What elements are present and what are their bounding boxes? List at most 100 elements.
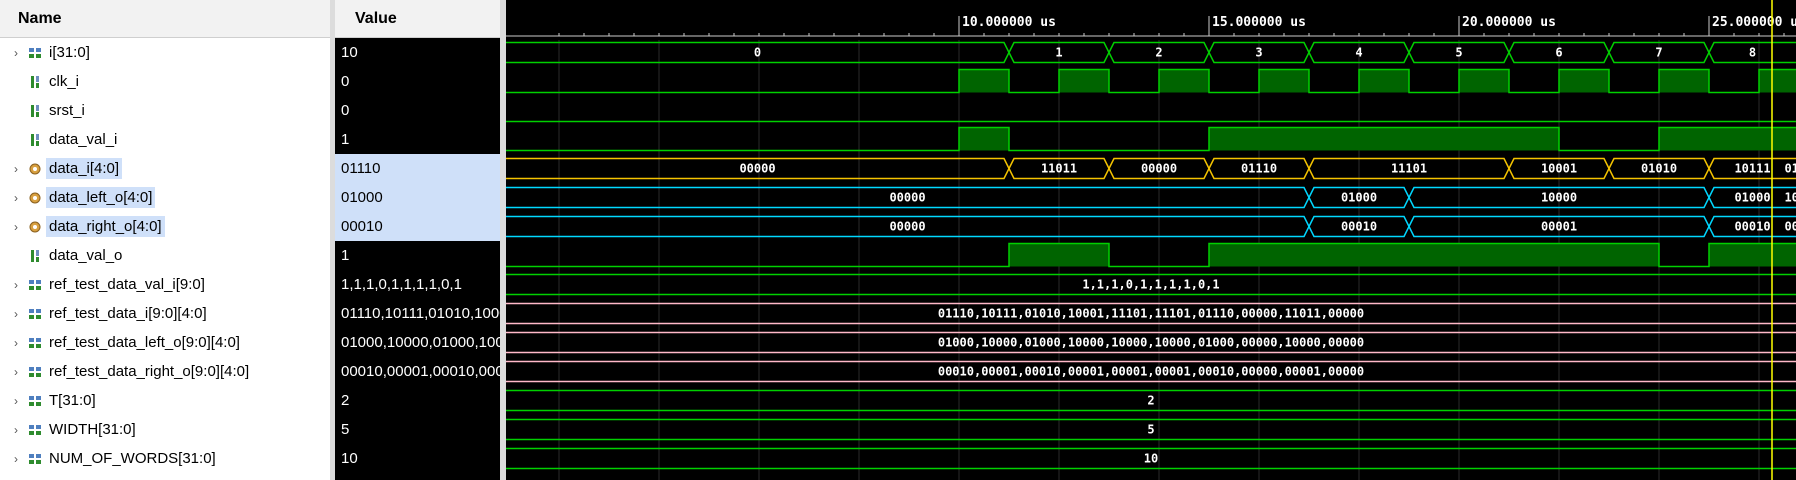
signal-value[interactable]: 0 (335, 96, 500, 125)
signal-value[interactable]: 01110 (335, 154, 500, 183)
bus-value-label: 01010 (1641, 162, 1677, 176)
expand-chevron-icon[interactable]: › (10, 162, 22, 176)
bus-value-label: 00001 (1784, 220, 1796, 234)
time-label: 10.000000 us (962, 15, 1056, 30)
bus-icon (28, 451, 42, 467)
time-label: 25.000000 us (1712, 15, 1796, 30)
bit-icon (28, 103, 42, 119)
bit-icon (28, 74, 42, 90)
signal-name-row[interactable]: › ref_test_data_i[9:0][4:0] (0, 299, 330, 328)
bus-icon (28, 306, 42, 322)
time-label: 15.000000 us (1212, 15, 1306, 30)
signal-name: data_val_o (49, 247, 123, 264)
bit-high-fill (1659, 69, 1709, 93)
names-column-header[interactable]: Name (0, 0, 330, 38)
signal-name-row[interactable]: data_val_i (0, 125, 330, 154)
expand-chevron-icon[interactable]: › (10, 336, 22, 350)
bus-gear-icon (28, 190, 42, 206)
bit-high-fill (1759, 69, 1796, 93)
bus-value-label: 2 (1155, 46, 1162, 60)
bus-value-label: 7 (1655, 46, 1662, 60)
bus-gear-icon (28, 161, 42, 177)
bus-gear-icon (28, 219, 42, 235)
bus-value-label: 3 (1255, 46, 1262, 60)
signal-name-row[interactable]: › WIDTH[31:0] (0, 415, 330, 444)
bit-high-fill (959, 69, 1009, 93)
bus-icon (28, 364, 42, 380)
signal-name-row[interactable]: › ref_test_data_val_i[9:0] (0, 270, 330, 299)
bus-icon (28, 393, 42, 409)
expand-chevron-icon[interactable]: › (10, 46, 22, 60)
bus-value-label: 01000 (1734, 191, 1770, 205)
signal-value[interactable]: 00010 (335, 212, 500, 241)
signal-name-row[interactable]: › i[31:0] (0, 38, 330, 67)
signal-name: ref_test_data_i[9:0][4:0] (49, 305, 207, 322)
bus-value-label: 01110 (1241, 162, 1277, 176)
bus-value-label: 8 (1749, 46, 1756, 60)
signal-name: T[31:0] (49, 392, 96, 409)
bus-value-label: 10001 (1541, 162, 1577, 176)
expand-chevron-icon[interactable]: › (10, 365, 22, 379)
bit-high-fill (1059, 69, 1109, 93)
signal-name-row[interactable]: › NUM_OF_WORDS[31:0] (0, 444, 330, 473)
bus-value-label: 00001 (1541, 220, 1577, 234)
signal-value[interactable]: 1,1,1,0,1,1,1,1,0,1 (335, 270, 500, 299)
signal-value[interactable]: 5 (335, 415, 500, 444)
signal-name-row[interactable]: srst_i (0, 96, 330, 125)
values-column-header[interactable]: Value (335, 0, 500, 38)
bus-value-label: 1,1,1,0,1,1,1,1,0,1 (1082, 278, 1219, 292)
signal-name-row[interactable]: data_val_o (0, 241, 330, 270)
bus-value-label: 10 (1144, 452, 1158, 466)
signal-name: clk_i (49, 73, 80, 90)
signal-value[interactable]: 10 (335, 444, 500, 473)
bit-icon (28, 248, 42, 264)
bit-high-fill (1209, 127, 1559, 151)
signal-name-row[interactable]: clk_i (0, 67, 330, 96)
expand-chevron-icon[interactable]: › (10, 307, 22, 321)
signal-value[interactable]: 01110,10111,01010,1000 (335, 299, 500, 328)
expand-chevron-icon[interactable]: › (10, 394, 22, 408)
signal-name-row[interactable]: › data_right_o[4:0] (0, 212, 330, 241)
bus-value-label: 00000 (739, 162, 775, 176)
expand-chevron-icon[interactable]: › (10, 423, 22, 437)
signal-value[interactable]: 0 (335, 67, 500, 96)
signal-value[interactable]: 1 (335, 125, 500, 154)
bus-value-label: 6 (1555, 46, 1562, 60)
bus-value-label: 01000,10000,01000,10000,10000,10000,0100… (938, 336, 1364, 350)
bus-value-label: 2 (1147, 394, 1154, 408)
expand-chevron-icon[interactable]: › (10, 220, 22, 234)
bit-high-fill (1709, 243, 1796, 267)
bus-value-label: 11101 (1391, 162, 1427, 176)
bus-value-label: 00000 (1141, 162, 1177, 176)
signal-value[interactable]: 00010,00001,00010,0000 (335, 357, 500, 386)
bit-high-fill (1159, 69, 1209, 93)
bit-high-fill (1009, 243, 1109, 267)
expand-chevron-icon[interactable]: › (10, 452, 22, 466)
bit-high-fill (1559, 69, 1609, 93)
signal-value[interactable]: 2 (335, 386, 500, 415)
signal-name: i[31:0] (49, 44, 90, 61)
expand-chevron-icon[interactable]: › (10, 191, 22, 205)
signal-value[interactable]: 01000 (335, 183, 500, 212)
bus-icon (28, 422, 42, 438)
signal-value[interactable]: 10 (335, 38, 500, 67)
signal-name-row[interactable]: › T[31:0] (0, 386, 330, 415)
signal-value[interactable]: 1 (335, 241, 500, 270)
waveform-canvas[interactable]: 10.000000 us 15.000000 us 20.000000 us 25.0… (506, 0, 1796, 480)
bus-value-label: 01110 (1784, 162, 1796, 176)
waveform-panel[interactable]: 10.000000 us 15.000000 us 20.000000 us 25.0… (506, 0, 1796, 480)
bus-value-label: 4 (1355, 46, 1362, 60)
signal-name-row[interactable]: › data_left_o[4:0] (0, 183, 330, 212)
signal-name: NUM_OF_WORDS[31:0] (49, 450, 216, 467)
signal-name-row[interactable]: › ref_test_data_right_o[9:0][4:0] (0, 357, 330, 386)
signal-name: ref_test_data_right_o[9:0][4:0] (49, 363, 250, 380)
bit-high-fill (1459, 69, 1509, 93)
signal-value[interactable]: 01000,10000,01000,1000 (335, 328, 500, 357)
signal-name-row[interactable]: › ref_test_data_left_o[9:0][4:0] (0, 328, 330, 357)
bit-waveform (506, 126, 1796, 152)
bit-icon (28, 132, 42, 148)
signal-name-row[interactable]: › data_i[4:0] (0, 154, 330, 183)
bus-value-label: 00010 (1341, 220, 1377, 234)
expand-chevron-icon[interactable]: › (10, 278, 22, 292)
bus-value-label: 11011 (1041, 162, 1077, 176)
